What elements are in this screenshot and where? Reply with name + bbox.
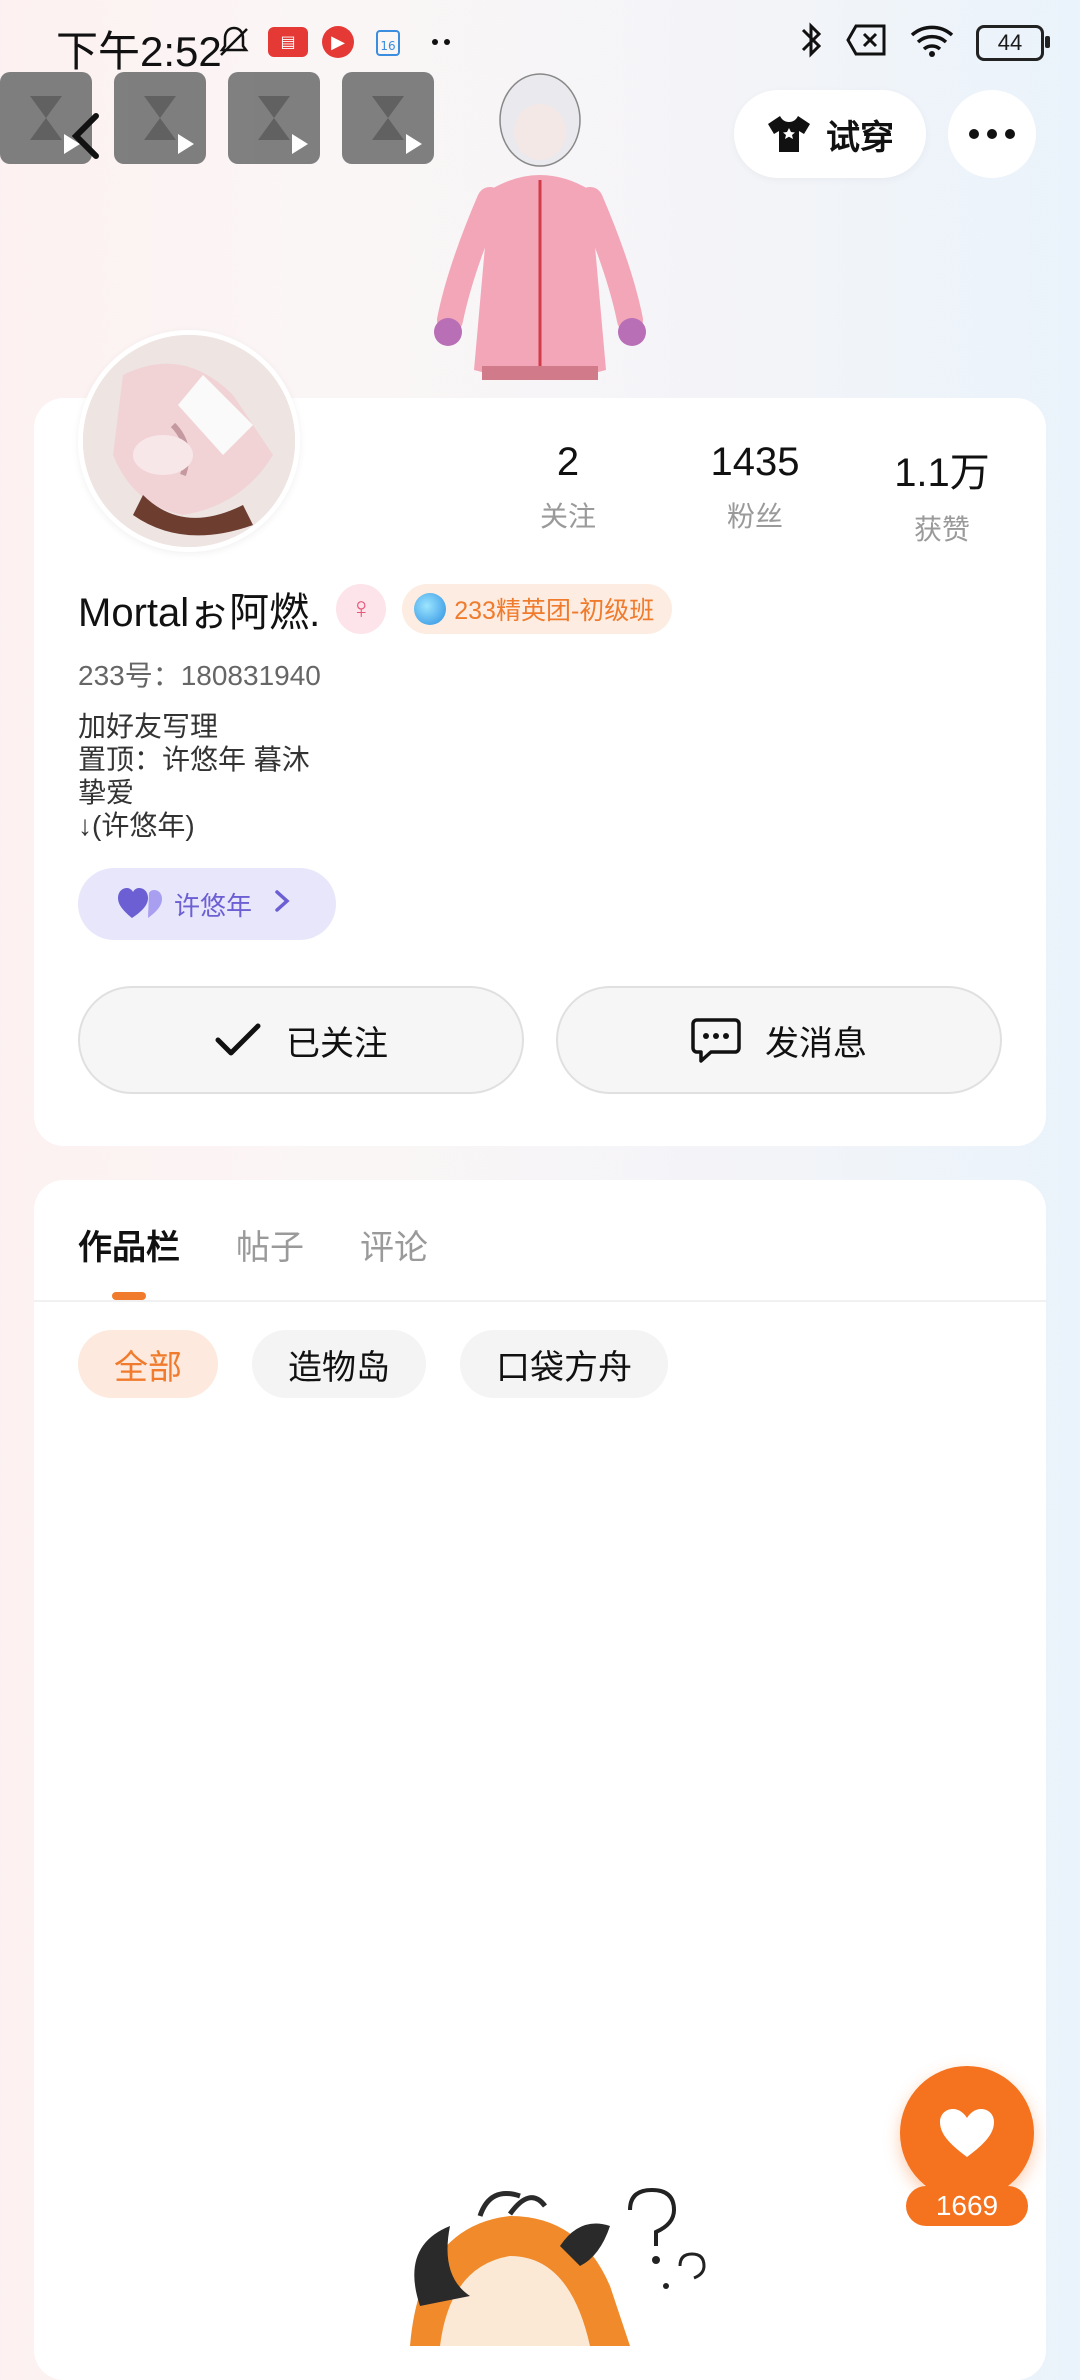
play-icon (406, 134, 422, 154)
following-button[interactable]: 已关注 (78, 986, 524, 1094)
user-id: 233号：180831940 (78, 660, 321, 691)
bio-line: 置顶：许悠年 暮沐 (78, 744, 310, 775)
avatar-image (83, 335, 295, 547)
send-message-label: 发消息 (765, 1024, 867, 1063)
tab-works[interactable]: 作品栏 (78, 1220, 180, 1269)
tab-comments[interactable]: 评论 (360, 1220, 428, 1269)
filter-chips: 全部 造物岛 口袋方舟 (78, 1330, 668, 1398)
heart-icon (940, 2109, 994, 2157)
try-on-label: 试穿 (826, 118, 894, 157)
followers-stat[interactable]: 1435 粉丝 (675, 440, 835, 535)
bluetooth-icon (798, 20, 824, 65)
followers-count: 1435 (710, 440, 800, 484)
likes-stat[interactable]: 1.1万 获赞 (862, 440, 1022, 548)
character-avatar-image (434, 73, 646, 380)
bio: 加好友写理 置顶：许悠年 暮沐 挚爱 ↓(许悠年) (78, 710, 310, 842)
tab-posts[interactable]: 帖子 (236, 1220, 304, 1269)
cp-relation-chip[interactable]: 许悠年 (78, 868, 336, 940)
play-icon (178, 134, 194, 154)
likes-count: 1.1万 (894, 451, 990, 495)
profile-tabs: 作品栏 帖子 评论 (78, 1220, 428, 1269)
wifi-icon (910, 23, 954, 62)
like-button[interactable] (900, 2066, 1034, 2200)
filter-all[interactable]: 全部 (78, 1330, 218, 1398)
level-badge[interactable]: 233精英团-初级班 (402, 584, 673, 634)
bell-muted-icon (214, 22, 254, 62)
like-count: 1669 (906, 2186, 1028, 2226)
divider (34, 1300, 1046, 1302)
battery-indicator: 44 (976, 24, 1050, 61)
name-row: Mortalぉ阿燃. ♀ 233精英团-初级班 (78, 580, 673, 638)
following-label: 关注 (539, 501, 596, 532)
play-icon (292, 134, 308, 154)
no-sim-icon (846, 23, 888, 62)
more-notifications-icon (422, 22, 462, 62)
cp-name: 许悠年 (174, 890, 253, 921)
tshirt-icon (768, 116, 810, 152)
bio-line: ↓(许悠年) (78, 810, 195, 841)
news-app-icon: ▤ (268, 27, 308, 57)
double-heart-icon (118, 888, 162, 918)
likes-label: 获赞 (913, 514, 970, 545)
calendar-icon: 16 (368, 22, 408, 62)
username: Mortalぉ阿燃. (78, 591, 321, 635)
empty-state-mascot (410, 2187, 706, 2346)
active-tab-indicator (112, 1292, 146, 1300)
video-thumbnail[interactable] (342, 72, 434, 164)
notification-icons: ▤ ▶ 16 (214, 22, 462, 62)
more-icon (965, 129, 1019, 139)
status-time: 下午2:52 (56, 28, 222, 75)
female-gender-icon: ♀ (336, 584, 387, 634)
followers-label: 粉丝 (726, 501, 783, 532)
avatar[interactable] (78, 330, 300, 552)
bio-line: 挚爱 (78, 777, 135, 808)
video-app-icon: ▶ (322, 26, 354, 58)
more-options-button[interactable] (948, 90, 1036, 178)
following-button-label: 已关注 (286, 1024, 388, 1063)
send-message-button[interactable]: 发消息 (556, 986, 1002, 1094)
chevron-right-icon (274, 888, 290, 920)
filter-creation-island[interactable]: 造物岛 (252, 1330, 426, 1398)
gem-icon (414, 593, 447, 625)
following-stat[interactable]: 2 关注 (488, 440, 648, 535)
try-on-button[interactable]: 试穿 (734, 90, 926, 178)
filter-pocket-ark[interactable]: 口袋方舟 (460, 1330, 668, 1398)
following-count: 2 (556, 440, 580, 484)
video-thumbnail[interactable] (228, 72, 320, 164)
back-button[interactable] (46, 96, 126, 176)
chat-bubble-icon (691, 1018, 741, 1063)
system-icons: 44 (798, 20, 1050, 65)
checkmark-icon (215, 1023, 261, 1056)
video-thumbnail[interactable] (114, 72, 206, 164)
chevron-left-icon (71, 113, 99, 159)
bio-line: 加好友写理 (78, 711, 219, 742)
level-badge-label: 233精英团-初级班 (454, 597, 655, 625)
svg-text:16: 16 (380, 39, 395, 53)
